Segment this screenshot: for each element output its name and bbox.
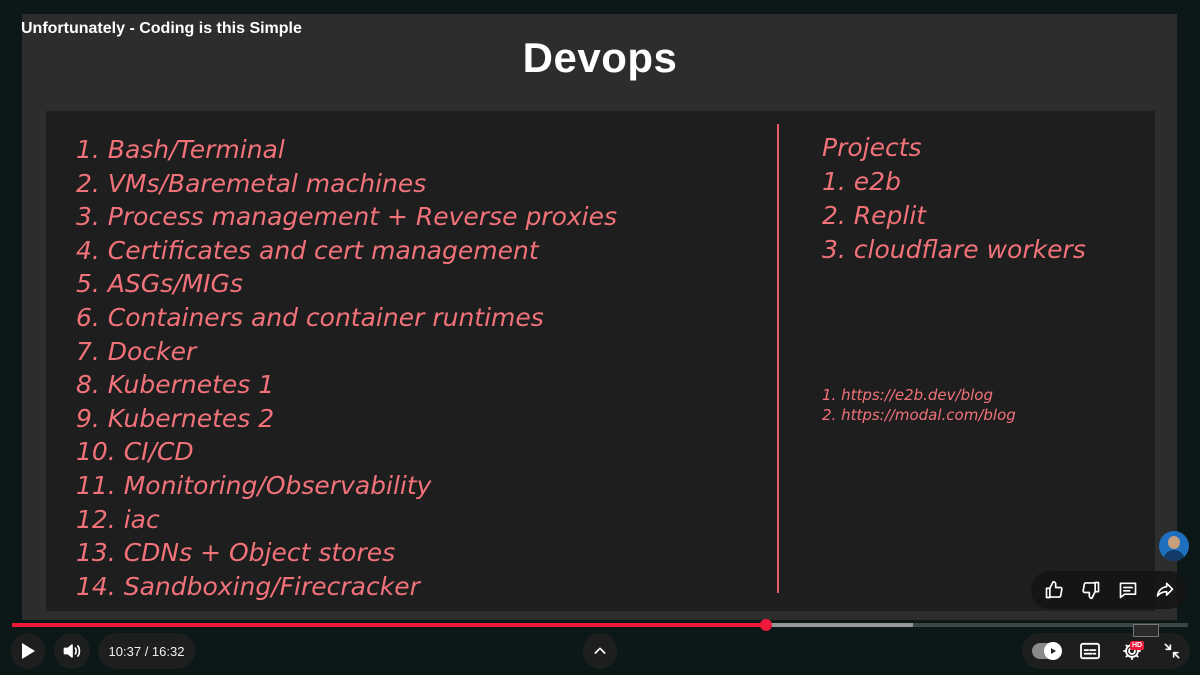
board-divider — [777, 124, 779, 593]
topic-item: 1. Bash/Terminal — [76, 135, 285, 164]
time-display: 10:37 / 16:32 — [98, 633, 195, 669]
topic-item: 13. CDNs + Object stores — [76, 538, 396, 568]
topic-list: 1. Bash/Terminal 2. VMs/Baremetal machine… — [76, 133, 617, 603]
share-icon[interactable] — [1148, 573, 1182, 607]
projects-title: Projects — [822, 133, 922, 162]
slide-heading: Devops — [522, 34, 678, 81]
links-list: 1. https://e2b.dev/blog 2. https://modal.… — [822, 385, 1016, 425]
autoplay-toggle-icon[interactable] — [1032, 642, 1062, 660]
link-item: 2. https://modal.com/blog — [822, 406, 1016, 424]
scrubber-handle[interactable] — [760, 619, 773, 631]
topic-item: 9. Kubernetes 2 — [76, 403, 275, 433]
miniplayer-thumbnail — [1133, 624, 1159, 637]
thumbs-up-icon[interactable] — [1037, 573, 1071, 607]
topic-item: 12. iac — [76, 504, 160, 534]
play-button[interactable] — [11, 633, 45, 669]
video-player[interactable]: Unfortunately - Coding is this Simple De… — [0, 0, 1200, 675]
topic-item: 6. Containers and container runtimes — [76, 302, 544, 332]
topic-item: 7. Docker — [76, 336, 197, 366]
channel-avatar[interactable] — [1159, 531, 1189, 561]
projects-section: Projects 1. e2b 2. Replit 3. cloudflare wo… — [822, 131, 1086, 267]
project-item: 3. cloudflare workers — [822, 235, 1086, 264]
chapters-button[interactable] — [583, 633, 617, 669]
topic-item: 2. VMs/Baremetal machines — [76, 168, 427, 198]
topic-item: 4. Certificates and cert management — [76, 235, 539, 265]
time-text: 10:37 / 16:32 — [108, 643, 185, 659]
volume-icon — [63, 644, 81, 658]
topic-item: 3. Process management + Reverse proxies — [76, 202, 618, 232]
right-controls — [1022, 633, 1190, 669]
topic-item: 8. Kubernetes 1 — [76, 370, 275, 400]
progress-bar[interactable] — [12, 619, 1188, 631]
action-bar — [1031, 571, 1188, 609]
hd-badge: HD — [1130, 641, 1145, 650]
volume-button[interactable] — [54, 633, 90, 669]
exit-fullscreen-icon[interactable] — [1162, 641, 1182, 661]
captions-icon[interactable] — [1079, 642, 1101, 660]
project-item: 1. e2b — [822, 167, 901, 196]
project-item: 2. Replit — [822, 201, 927, 230]
topic-item: 14. Sandboxing/Firecracker — [76, 571, 420, 601]
comment-icon[interactable] — [1111, 573, 1145, 607]
chevron-up-icon — [594, 647, 606, 654]
played-bar — [12, 623, 767, 627]
thumbs-down-icon[interactable] — [1074, 573, 1108, 607]
topic-item: 10. CI/CD — [76, 437, 194, 467]
topic-item: 5. ASGs/MIGs — [76, 269, 243, 299]
link-item: 1. https://e2b.dev/blog — [822, 386, 993, 404]
projects-list: 1. e2b 2. Replit 3. cloudflare workers — [822, 165, 1086, 267]
play-icon — [22, 643, 35, 659]
topic-item: 11. Monitoring/Observability — [76, 470, 432, 500]
